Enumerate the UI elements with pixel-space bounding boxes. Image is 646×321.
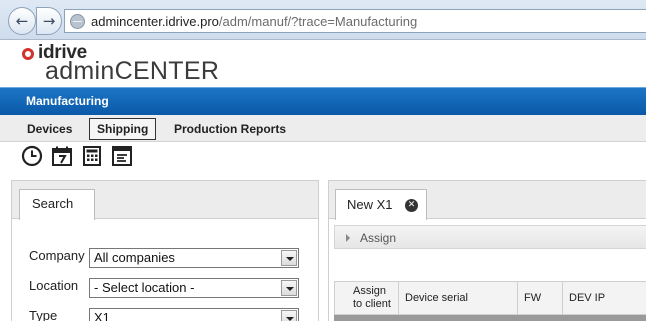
column-assign-to-client[interactable]: Assign to client	[347, 282, 399, 314]
menu-item-shipping[interactable]: Shipping	[89, 118, 157, 140]
assign-section-header[interactable]: Assign	[334, 225, 646, 249]
devices-table-body	[334, 315, 646, 321]
report-icon[interactable]	[111, 145, 133, 167]
company-label: Company	[29, 248, 85, 263]
url-text[interactable]: admincenter.idrive.pro/adm/manuf/?trace=…	[91, 14, 417, 29]
section-title-bar: Manufacturing	[0, 87, 646, 115]
location-select[interactable]: - Select location -	[89, 278, 299, 298]
location-label: Location	[29, 278, 79, 293]
clock-icon[interactable]	[21, 145, 43, 167]
tab-new-x1-label: New X1	[347, 197, 393, 212]
tab-search[interactable]: Search	[19, 189, 95, 220]
column-dev-ip[interactable]: DEV IP	[563, 282, 646, 314]
section-title: Manufacturing	[26, 94, 109, 108]
location-row: Location - Select location -	[12, 276, 318, 300]
close-icon[interactable]: ✕	[405, 199, 418, 212]
search-tabstrip: Search	[12, 181, 318, 220]
tab-new-x1[interactable]: New X1 ✕	[335, 189, 427, 220]
location-select-value: - Select location -	[94, 280, 195, 295]
browser-toolbar: ← → admincenter.idrive.pro/adm/manuf/?tr…	[0, 0, 646, 40]
chevron-down-icon[interactable]	[281, 280, 297, 296]
idrive-logo-icon	[22, 48, 34, 60]
navigation-buttons: ← →	[8, 7, 64, 35]
company-select-value: All companies	[94, 250, 175, 265]
detail-panel: New X1 ✕ Assign Assign to client Device …	[328, 180, 646, 321]
back-button[interactable]: ←	[8, 7, 36, 35]
forward-button[interactable]: →	[36, 7, 62, 35]
devices-table-header: Assign to client Device serial FW DEV IP	[334, 281, 646, 315]
type-label: Type	[29, 308, 58, 321]
caret-right-icon	[346, 234, 350, 242]
type-row: Type X1	[12, 306, 318, 321]
address-bar[interactable]: admincenter.idrive.pro/adm/manuf/?trace=…	[64, 9, 646, 33]
menu-bar: Devices Shipping Production Reports	[0, 115, 646, 142]
type-select-value: X1	[94, 310, 110, 321]
app-header: idrive adminCENTER	[0, 41, 646, 87]
menu-item-production-reports[interactable]: Production Reports	[166, 118, 294, 140]
search-panel: Search Company All companies Location - …	[11, 180, 319, 321]
arrow-left-icon: ←	[15, 12, 29, 30]
logo-product: adminCENTER	[45, 57, 220, 85]
assign-label: Assign	[360, 231, 397, 245]
url-host: admincenter.idrive.pro	[91, 14, 219, 29]
chevron-down-icon[interactable]	[281, 250, 297, 266]
type-select[interactable]: X1	[89, 308, 299, 321]
company-row: Company All companies	[12, 246, 318, 270]
calendar-icon[interactable]	[51, 145, 73, 167]
url-path: /adm/manuf/?trace=Manufacturing	[218, 14, 418, 29]
detail-tabstrip: New X1 ✕	[329, 181, 646, 220]
chevron-down-icon[interactable]	[281, 310, 297, 321]
globe-icon	[70, 14, 85, 29]
menu-item-devices[interactable]: Devices	[19, 118, 80, 140]
icon-toolbar	[0, 142, 646, 172]
column-device-serial[interactable]: Device serial	[399, 282, 518, 314]
company-select[interactable]: All companies	[89, 248, 299, 268]
calculator-icon[interactable]	[81, 145, 103, 167]
search-form: Company All companies Location - Select …	[12, 219, 318, 321]
column-fw[interactable]: FW	[518, 282, 563, 314]
arrow-right-icon: →	[42, 12, 56, 30]
